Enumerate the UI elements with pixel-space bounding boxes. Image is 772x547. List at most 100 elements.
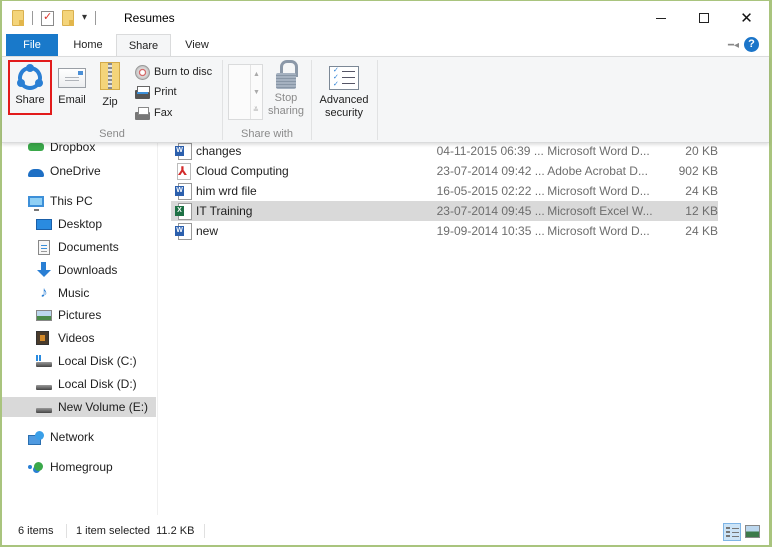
file-row[interactable]: new 19-09-2014 10:35 ... Microsoft Word …: [171, 221, 718, 241]
share-icon: [17, 64, 43, 92]
downloads-icon: [36, 262, 52, 278]
email-button[interactable]: Email: [56, 60, 88, 107]
file-date: 16-05-2015 02:22 ...: [436, 184, 545, 198]
pin-ribbon-icon[interactable]: ━◂: [728, 40, 739, 51]
zip-button[interactable]: Zip: [94, 60, 126, 109]
nav-label: Local Disk (C:): [58, 354, 137, 368]
word-document-icon: [175, 223, 192, 240]
selection-info: 1 item selected 11.2 KB: [76, 525, 195, 537]
file-date: 04-11-2015 06:39 ...: [436, 144, 544, 158]
file-explorer-window: ▾ Resumes ✕ File Home Share View ━◂ ?: [0, 0, 772, 547]
dropbox-icon: [28, 143, 44, 151]
share-list-scroll[interactable]: ▲ ▼ ≚: [250, 65, 262, 119]
navigation-pane: Dropbox OneDrive This PC Desktop Documen…: [2, 140, 158, 515]
nav-item-network[interactable]: Network: [2, 427, 156, 447]
pdf-document-icon: [175, 163, 191, 180]
nav-label: Documents: [58, 240, 119, 254]
file-type: Microsoft Word D...: [547, 184, 650, 198]
burn-disc-icon: [135, 64, 150, 80]
status-separator: [204, 524, 205, 538]
toolbar-separator: [32, 11, 33, 25]
close-button[interactable]: ✕: [724, 1, 769, 35]
nav-item-downloads[interactable]: Downloads: [2, 260, 156, 280]
file-size: 24 KB: [685, 184, 718, 198]
fax-button[interactable]: Fax: [135, 103, 172, 123]
nav-item-music[interactable]: ♪ Music: [2, 283, 156, 303]
excel-workbook-icon: [175, 203, 192, 220]
stop-sharing-button[interactable]: Stop sharing: [266, 60, 306, 118]
nav-label: Music: [58, 286, 90, 300]
new-volume-e-icon: [36, 408, 52, 413]
nav-item-documents[interactable]: Documents: [2, 237, 156, 257]
nav-item-onedrive[interactable]: OneDrive: [2, 161, 156, 181]
nav-item-local-disk-d[interactable]: Local Disk (D:): [2, 374, 156, 394]
local-disk-d-icon: [36, 385, 52, 390]
nav-item-local-disk-c[interactable]: Local Disk (C:): [2, 351, 156, 371]
share-button[interactable]: Share: [8, 60, 52, 115]
nav-label: Network: [50, 430, 95, 444]
desktop-icon: [36, 218, 52, 230]
file-type: Microsoft Word D...: [547, 144, 650, 158]
ribbon-share: Share Email Zip Burn to disc Print Fax S…: [2, 56, 769, 143]
file-date: 23-07-2014 09:42 ...: [436, 164, 545, 178]
scroll-down-icon[interactable]: ▼: [253, 89, 260, 97]
stop-sharing-label-1: Stop: [274, 92, 298, 104]
nav-label: This PC: [50, 194, 93, 208]
file-name: IT Training: [196, 204, 253, 218]
nav-label: Homegroup: [50, 460, 113, 474]
share-with-group-label: Share with: [241, 128, 293, 140]
help-icon[interactable]: ?: [744, 37, 759, 52]
tab-file[interactable]: File: [6, 34, 58, 56]
fax-label: Fax: [154, 107, 173, 119]
nav-item-new-volume-e[interactable]: New Volume (E:): [2, 397, 156, 417]
maximize-icon: [698, 13, 709, 23]
burn-to-disc-button[interactable]: Burn to disc: [135, 62, 212, 82]
file-row[interactable]: changes 04-11-2015 06:39 ... Microsoft W…: [171, 141, 718, 161]
tab-view[interactable]: View: [171, 34, 223, 56]
word-document-icon: [175, 183, 192, 200]
details-view-icon[interactable]: [723, 523, 741, 541]
file-list: changes 04-11-2015 06:39 ... Microsoft W…: [159, 143, 769, 515]
file-date: 19-09-2014 10:35 ...: [436, 224, 545, 238]
file-size: 12 KB: [685, 204, 718, 218]
file-row[interactable]: Cloud Computing 23-07-2014 09:42 ... Ado…: [171, 161, 718, 181]
checklist-icon: [329, 66, 359, 90]
scroll-up-icon[interactable]: ▲: [253, 71, 260, 79]
toolbar-separator: [95, 11, 97, 25]
status-separator: [66, 524, 67, 538]
tab-share[interactable]: Share: [116, 34, 171, 57]
file-size: 902 KB: [678, 164, 718, 178]
print-button[interactable]: Print: [135, 82, 177, 102]
new-folder-icon[interactable]: [62, 10, 74, 26]
nav-label: New Volume (E:): [58, 400, 149, 414]
advanced-security-button[interactable]: Advanced security: [316, 60, 372, 120]
nav-item-pictures[interactable]: Pictures: [2, 305, 156, 325]
tab-home[interactable]: Home: [60, 34, 116, 56]
zip-icon: [100, 62, 120, 90]
nav-item-desktop[interactable]: Desktop: [2, 214, 156, 234]
email-icon: [58, 68, 86, 88]
properties-icon[interactable]: [41, 10, 54, 26]
nav-label: Local Disk (D:): [58, 377, 137, 391]
file-row[interactable]: him wrd file 16-05-2015 02:22 ... Micros…: [171, 181, 718, 201]
send-group-label: Send: [99, 128, 125, 140]
network-icon: [28, 430, 44, 445]
zip-label: Zip: [102, 96, 118, 108]
printer-icon: [135, 85, 150, 99]
documents-icon: [38, 239, 50, 255]
nav-item-homegroup[interactable]: Homegroup: [2, 457, 156, 477]
videos-icon: [36, 331, 49, 345]
file-row-selected[interactable]: IT Training 23-07-2014 09:45 ... Microso…: [171, 201, 718, 221]
nav-item-this-pc[interactable]: This PC: [2, 191, 156, 211]
nav-label: Desktop: [58, 217, 103, 231]
large-icons-view-icon[interactable]: [745, 525, 760, 538]
nav-item-videos[interactable]: Videos: [2, 328, 156, 348]
minimize-button[interactable]: [638, 1, 683, 35]
title-bar: ▾ Resumes ✕: [2, 1, 769, 35]
share-with-list[interactable]: ▲ ▼ ≚: [228, 64, 263, 120]
expand-list-icon[interactable]: ≚: [253, 107, 259, 115]
maximize-button[interactable]: [681, 1, 726, 35]
nav-label: Pictures: [58, 308, 102, 322]
customize-dropdown-icon[interactable]: ▾: [82, 13, 87, 23]
local-disk-c-icon: [36, 355, 52, 367]
